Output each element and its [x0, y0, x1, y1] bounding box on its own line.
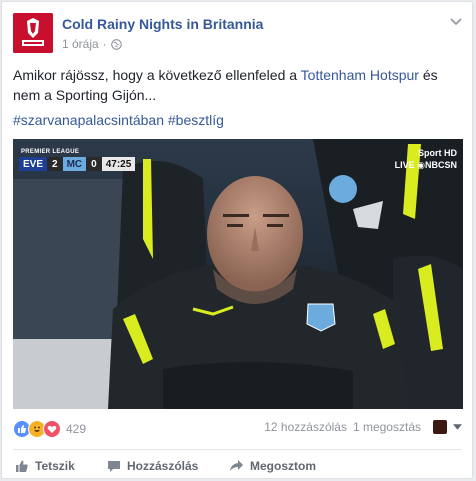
broadcaster-logo: Sport HD LIVE ◉NBCSN	[395, 147, 457, 171]
page-logo-icon	[13, 13, 53, 53]
post-header: Cold Rainy Nights in Britannia 1 órája ·	[13, 13, 462, 57]
meta-separator: ·	[102, 37, 107, 51]
home-team-name: EVE	[23, 158, 44, 170]
viewer-avatar[interactable]	[433, 420, 447, 434]
page-avatar[interactable]	[13, 13, 53, 53]
comment-icon	[108, 461, 120, 472]
comment-label: Hozzászólás	[127, 459, 199, 473]
like-button[interactable]: Tetszik	[13, 456, 107, 476]
post-meta: 1 órája ·	[62, 37, 122, 51]
scoreboard: EVE 2 MC 0 47:25	[19, 157, 136, 171]
love-reaction-icon	[43, 420, 61, 438]
like-label: Tetszik	[35, 459, 75, 473]
post-timestamp[interactable]: 1 órája	[62, 37, 99, 51]
share-button[interactable]: Megosztom	[229, 456, 316, 476]
chevron-down-icon[interactable]	[450, 17, 462, 27]
photo-image	[13, 139, 463, 409]
match-clock: 47:25	[101, 157, 136, 171]
away-team: MC	[62, 157, 87, 171]
post-hashtags: #szarvanapalacsintában #besztlíg	[13, 110, 224, 130]
globe-icon[interactable]	[110, 38, 122, 50]
broadcaster-line1: Sport HD	[418, 148, 457, 158]
post-text-part1: Amikor rájössz, hogy a következő ellenfe…	[13, 67, 301, 83]
share-label: Megosztom	[250, 459, 316, 473]
post-text-link[interactable]: Tottenham Hotspur	[301, 67, 419, 83]
share-arrow-icon	[230, 460, 243, 471]
away-score: 0	[86, 157, 102, 171]
hashtag-link[interactable]: #besztlíg	[168, 112, 224, 128]
post-actions: Tetszik Hozzászólás Megosztom	[13, 456, 462, 476]
post-stats: 429 12 hozzászólás 1 megosztás	[13, 420, 462, 440]
home-team: EVE	[19, 157, 48, 171]
post-body: Amikor rájössz, hogy a következő ellenfe…	[13, 65, 463, 105]
reaction-count[interactable]: 429	[66, 422, 86, 436]
post-card: Cold Rainy Nights in Britannia 1 órája ·…	[1, 1, 473, 479]
comment-count-link[interactable]: 12 hozzászólás	[264, 420, 347, 434]
league-label: PREMIER LEAGUE	[21, 149, 80, 155]
away-team-name: MC	[66, 158, 83, 170]
divider	[13, 449, 462, 450]
share-count-link[interactable]: 1 megosztás	[353, 420, 421, 434]
home-score: 2	[47, 157, 63, 171]
page-name-link[interactable]: Cold Rainy Nights in Britannia	[62, 16, 263, 32]
reaction-summary[interactable]: 429	[13, 420, 86, 438]
thumbs-up-icon	[16, 460, 28, 472]
stats-right: 12 hozzászólás 1 megosztás	[264, 420, 462, 434]
hashtag-link[interactable]: #szarvanapalacsintában	[13, 112, 164, 128]
chevron-down-icon[interactable]	[453, 424, 462, 430]
comment-button[interactable]: Hozzászólás	[107, 456, 229, 476]
broadcaster-line2: LIVE ◉NBCSN	[394, 160, 457, 170]
post-photo[interactable]: PREMIER LEAGUE EVE 2 MC 0 47:25 Sport HD…	[13, 139, 463, 409]
